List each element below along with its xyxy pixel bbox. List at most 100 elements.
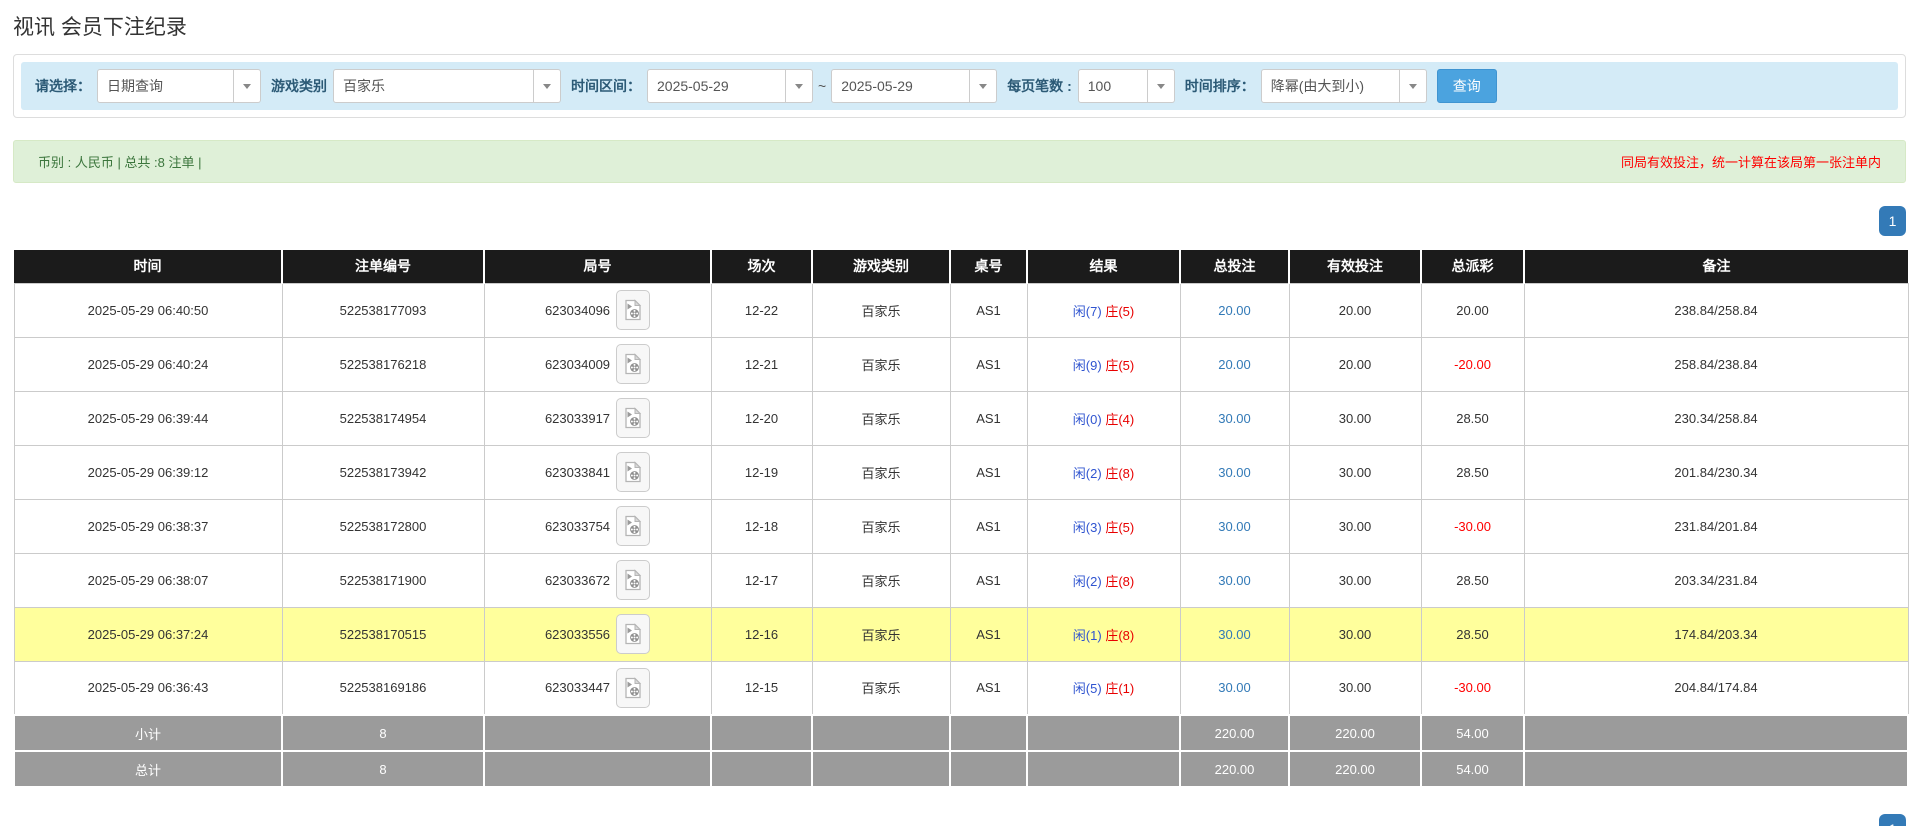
cell-table-no: AS1 [950, 607, 1027, 661]
cell-total-bet: 30.00 [1180, 499, 1289, 553]
result-banker: 庄(8) [1105, 628, 1134, 643]
video-file-icon [624, 407, 642, 429]
summary-cell-3 [711, 751, 812, 787]
video-replay-button[interactable] [616, 398, 650, 438]
cell-total-bet: 20.00 [1180, 283, 1289, 337]
cell-result: 闲(2) 庄(8) [1027, 553, 1180, 607]
cell-game-type: 百家乐 [812, 661, 950, 715]
video-replay-button[interactable] [616, 452, 650, 492]
date-to-picker[interactable] [831, 69, 997, 103]
total-bet-link[interactable]: 30.00 [1218, 627, 1251, 642]
summary-cell-1: 8 [282, 751, 484, 787]
query-type-value[interactable] [97, 69, 234, 103]
chevron-down-icon [979, 84, 987, 89]
cell-remark: 174.84/203.34 [1524, 607, 1908, 661]
summary-cell-7: 220.00 [1180, 715, 1289, 751]
summary-cell-2 [484, 715, 711, 751]
page-1-button-bottom[interactable]: 1 [1879, 814, 1906, 826]
query-button[interactable]: 查询 [1437, 69, 1497, 103]
query-type-select[interactable] [97, 69, 261, 103]
cell-game-type: 百家乐 [812, 553, 950, 607]
video-replay-button[interactable] [616, 668, 650, 708]
date-from-picker[interactable] [647, 69, 813, 103]
cell-bet-id: 522538169186 [282, 661, 484, 715]
cell-time: 2025-05-29 06:40:50 [14, 283, 282, 337]
cell-valid-bet: 30.00 [1289, 499, 1421, 553]
total-bet-link[interactable]: 30.00 [1218, 573, 1251, 588]
table-row: 2025-05-29 06:40:50522538177093 623034096… [14, 283, 1908, 337]
page-size-label: 每页笔数 : [1007, 76, 1072, 96]
game-type-dropdown-button[interactable] [534, 69, 561, 103]
round-id-wrap: 623034096 [545, 290, 650, 330]
cell-time: 2025-05-29 06:39:12 [14, 445, 282, 499]
page-size-select[interactable] [1078, 69, 1175, 103]
total-bet-link[interactable]: 30.00 [1218, 680, 1251, 695]
cell-valid-bet: 30.00 [1289, 445, 1421, 499]
video-replay-button[interactable] [616, 560, 650, 600]
chevron-down-icon [795, 84, 803, 89]
query-type-dropdown-button[interactable] [234, 69, 261, 103]
date-from-input[interactable] [647, 69, 786, 103]
page-size-value[interactable] [1078, 69, 1148, 103]
round-number: 623033754 [545, 519, 610, 534]
summary-cell-4 [812, 715, 950, 751]
cell-valid-bet: 20.00 [1289, 337, 1421, 391]
cell-round-id: 623033447 [484, 661, 711, 715]
cell-session: 12-20 [711, 391, 812, 445]
column-header: 局号 [484, 250, 711, 283]
result-banker: 庄(5) [1105, 358, 1134, 373]
total-bet-link[interactable]: 20.00 [1218, 303, 1251, 318]
video-replay-button[interactable] [616, 506, 650, 546]
cell-bet-id: 522538177093 [282, 283, 484, 337]
date-to-input[interactable] [831, 69, 970, 103]
game-type-value[interactable] [333, 69, 534, 103]
cell-game-type: 百家乐 [812, 445, 950, 499]
date-from-dropdown-button[interactable] [786, 69, 813, 103]
summary-cell-9: 54.00 [1421, 751, 1524, 787]
cell-valid-bet: 20.00 [1289, 283, 1421, 337]
time-sort-select[interactable] [1261, 69, 1427, 103]
cell-payout: 28.50 [1421, 607, 1524, 661]
page-1-button[interactable]: 1 [1879, 206, 1906, 236]
total-bet-link[interactable]: 30.00 [1218, 465, 1251, 480]
chevron-down-icon [243, 84, 251, 89]
video-file-icon [624, 461, 642, 483]
video-replay-button[interactable] [616, 344, 650, 384]
summary-cell-6 [1027, 751, 1180, 787]
summary-cell-1: 8 [282, 715, 484, 751]
total-bet-link[interactable]: 20.00 [1218, 357, 1251, 372]
date-to-dropdown-button[interactable] [970, 69, 997, 103]
summary-cell-7: 220.00 [1180, 751, 1289, 787]
table-row: 2025-05-29 06:39:44522538174954623033917… [14, 391, 1908, 445]
page-size-dropdown-button[interactable] [1148, 69, 1175, 103]
cell-table-no: AS1 [950, 499, 1027, 553]
video-file-icon [624, 515, 642, 537]
page-title: 视讯 会员下注纪录 [13, 11, 1919, 41]
total-bet-link[interactable]: 30.00 [1218, 519, 1251, 534]
cell-time: 2025-05-29 06:39:44 [14, 391, 282, 445]
pagination-top: 1 [13, 206, 1906, 236]
cell-bet-id: 522538171900 [282, 553, 484, 607]
time-sort-dropdown-button[interactable] [1400, 69, 1427, 103]
result-banker: 庄(5) [1105, 304, 1134, 319]
cell-remark: 238.84/258.84 [1524, 283, 1908, 337]
select-type-label: 请选择： [35, 76, 91, 96]
cell-remark: 203.34/231.84 [1524, 553, 1908, 607]
pagination-bottom: 1 [13, 814, 1906, 826]
cell-result: 闲(7) 庄(5) [1027, 283, 1180, 337]
round-id-wrap: 623033754 [545, 506, 650, 546]
table-header-row: 时间注单编号局号场次游戏类别桌号结果总投注有效投注总派彩备注 [14, 250, 1908, 283]
result-player: 闲(3) [1073, 520, 1102, 535]
video-replay-button[interactable] [616, 290, 650, 330]
game-type-select[interactable] [333, 69, 561, 103]
time-sort-value[interactable] [1261, 69, 1400, 103]
cell-result: 闲(9) 庄(5) [1027, 337, 1180, 391]
cell-bet-id: 522538173942 [282, 445, 484, 499]
cell-payout: -30.00 [1421, 499, 1524, 553]
cell-payout: 28.50 [1421, 391, 1524, 445]
total-bet-link[interactable]: 30.00 [1218, 411, 1251, 426]
cell-game-type: 百家乐 [812, 391, 950, 445]
video-replay-button[interactable] [616, 614, 650, 654]
result-banker: 庄(8) [1105, 574, 1134, 589]
round-number: 623033917 [545, 411, 610, 426]
